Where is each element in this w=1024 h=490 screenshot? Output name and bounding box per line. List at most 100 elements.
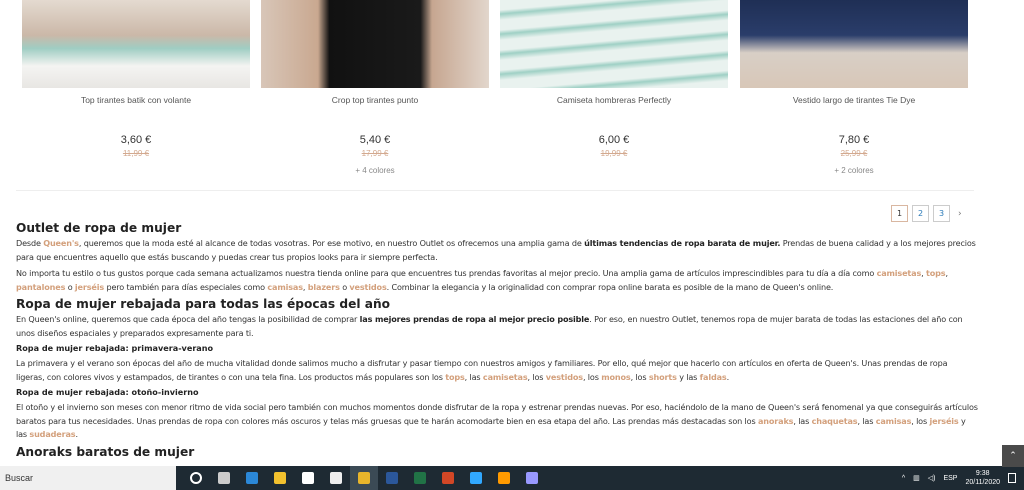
category-link[interactable]: sudaderas [29, 429, 75, 439]
product-name[interactable]: Vestido largo de tirantes Tie Dye [740, 95, 968, 105]
page-1-button[interactable]: 1 [891, 205, 908, 222]
word-taskbar-button[interactable] [378, 466, 406, 490]
cortana-taskbar-button[interactable] [182, 466, 210, 490]
category-link[interactable]: camisas [876, 416, 912, 426]
product-old-price: 25,99 € [840, 149, 868, 158]
product-image[interactable] [22, 0, 250, 88]
taskbar-search-input[interactable]: Buscar [0, 466, 176, 490]
product-price: 6,00 € [598, 134, 630, 146]
category-link[interactable]: jerséis [929, 416, 958, 426]
mail-icon [330, 472, 342, 484]
text: En Queen's online, queremos que cada épo… [16, 314, 360, 324]
text: o [65, 281, 75, 292]
next-page-button[interactable]: › [958, 209, 962, 219]
chrome-taskbar-button[interactable] [350, 466, 378, 490]
product-name[interactable]: Camiseta hombreras Perfectly [500, 95, 728, 105]
task-view-taskbar-button[interactable] [210, 466, 238, 490]
product-image[interactable] [740, 0, 968, 88]
photoshop-taskbar-button[interactable] [462, 466, 490, 490]
product-image[interactable] [261, 0, 489, 88]
chrome-icon [358, 472, 370, 484]
text: . Combinar la elegancia y la originalida… [386, 281, 834, 292]
powerpoint-taskbar-button[interactable] [434, 466, 462, 490]
category-link[interactable]: camisas [267, 282, 303, 292]
category-link[interactable]: tops [926, 268, 946, 278]
text: , los [582, 371, 602, 382]
store-taskbar-button[interactable] [294, 466, 322, 490]
product-price: 3,60 € [120, 134, 152, 146]
category-link[interactable]: jerséis [75, 282, 104, 292]
category-link[interactable]: tops [445, 372, 465, 382]
paragraph: En Queen's online, queremos que cada épo… [16, 313, 978, 340]
category-link[interactable]: anoraks [758, 416, 794, 426]
seo-content: Outlet de ropa de mujer Desde Queen's, q… [16, 221, 978, 461]
powerpoint-icon [442, 472, 454, 484]
bold-text: últimas tendencias de ropa barata de muj… [584, 238, 781, 248]
category-link[interactable]: camisetas [877, 268, 922, 278]
volume-icon[interactable]: ◁) [928, 474, 936, 482]
task-view-icon [218, 472, 230, 484]
product-card[interactable]: Camiseta hombreras Perfectly 6,00 € 19,9… [500, 0, 728, 166]
category-link[interactable]: camisetas [483, 372, 528, 382]
product-colors[interactable]: + 4 colores [261, 166, 489, 175]
category-link[interactable]: vestidos [349, 282, 386, 292]
product-price: 5,40 € [359, 134, 391, 146]
text: Desde [16, 238, 44, 248]
illustrator-taskbar-button[interactable] [490, 466, 518, 490]
mail-taskbar-button[interactable] [322, 466, 350, 490]
clock[interactable]: 9:38 20/11/2020 [965, 469, 1000, 487]
page-2-button[interactable]: 2 [912, 205, 929, 222]
section-heading: Anoraks baratos de mujer [16, 444, 195, 459]
product-price: 7,80 € [838, 134, 870, 146]
network-icon[interactable]: ▥ [913, 474, 920, 482]
text: pero también para días especiales como [104, 281, 268, 292]
text: , [945, 268, 948, 278]
product-image[interactable] [500, 0, 728, 88]
photoshop-icon [470, 472, 482, 484]
taskbar: Buscar ^ ▥ ◁) ESP 9:38 20/11/2020 [0, 466, 1024, 490]
chevron-up-icon: ⌃ [1009, 451, 1017, 461]
text: . [75, 429, 78, 439]
notifications-icon[interactable] [1008, 473, 1016, 483]
after-effects-taskbar-button[interactable] [518, 466, 546, 490]
category-link[interactable]: vestidos [546, 372, 583, 382]
file-explorer-taskbar-button[interactable] [266, 466, 294, 490]
text: , las [857, 415, 876, 426]
category-link[interactable]: monos [601, 372, 631, 382]
word-icon [386, 472, 398, 484]
back-to-top-button[interactable]: ⌃ [1002, 445, 1024, 467]
category-link[interactable]: shorts [649, 372, 677, 382]
text: , los [527, 371, 546, 382]
paragraph: No importa tu estilo o tus gustos porque… [16, 267, 978, 294]
page-3-button[interactable]: 3 [933, 205, 950, 222]
product-card[interactable]: Top tirantes batik con volante 3,60 € 11… [22, 0, 250, 166]
pagination: 1 2 3 › [891, 205, 962, 222]
product-card[interactable]: Crop top tirantes punto 5,40 € 17,99 € +… [261, 0, 489, 175]
store-icon [302, 472, 314, 484]
subheading: Ropa de mujer rebajada: primavera-verano [16, 343, 214, 353]
text: , las [464, 371, 483, 382]
language-indicator[interactable]: ESP [943, 475, 957, 482]
text: , los [630, 371, 649, 382]
time: 9:38 [975, 470, 990, 477]
paragraph: Desde Queen's, queremos que la moda esté… [16, 237, 978, 264]
chevron-up-icon[interactable]: ^ [902, 475, 905, 482]
excel-taskbar-button[interactable] [406, 466, 434, 490]
edge-taskbar-button[interactable] [238, 466, 266, 490]
paragraph: El otoño y el invierno son meses con men… [16, 401, 978, 442]
product-name[interactable]: Top tirantes batik con volante [22, 95, 250, 105]
category-link[interactable]: pantalones [16, 282, 65, 292]
edge-icon [246, 472, 258, 484]
subheading: Ropa de mujer rebajada: otoño-invierno [16, 387, 199, 397]
after-effects-icon [526, 472, 538, 484]
category-link[interactable]: Queen's [43, 238, 79, 248]
product-colors[interactable]: + 2 colores [740, 166, 968, 175]
category-link[interactable]: chaquetas [812, 416, 858, 426]
cortana-icon [190, 472, 202, 484]
date: 20/11/2020 [965, 479, 1000, 486]
category-link[interactable]: faldas [700, 372, 727, 382]
product-name[interactable]: Crop top tirantes punto [261, 95, 489, 105]
product-card[interactable]: Vestido largo de tirantes Tie Dye 7,80 €… [740, 0, 968, 175]
category-link[interactable]: blazers [308, 282, 340, 292]
text: , queremos que la moda esté al alcance d… [78, 238, 585, 248]
